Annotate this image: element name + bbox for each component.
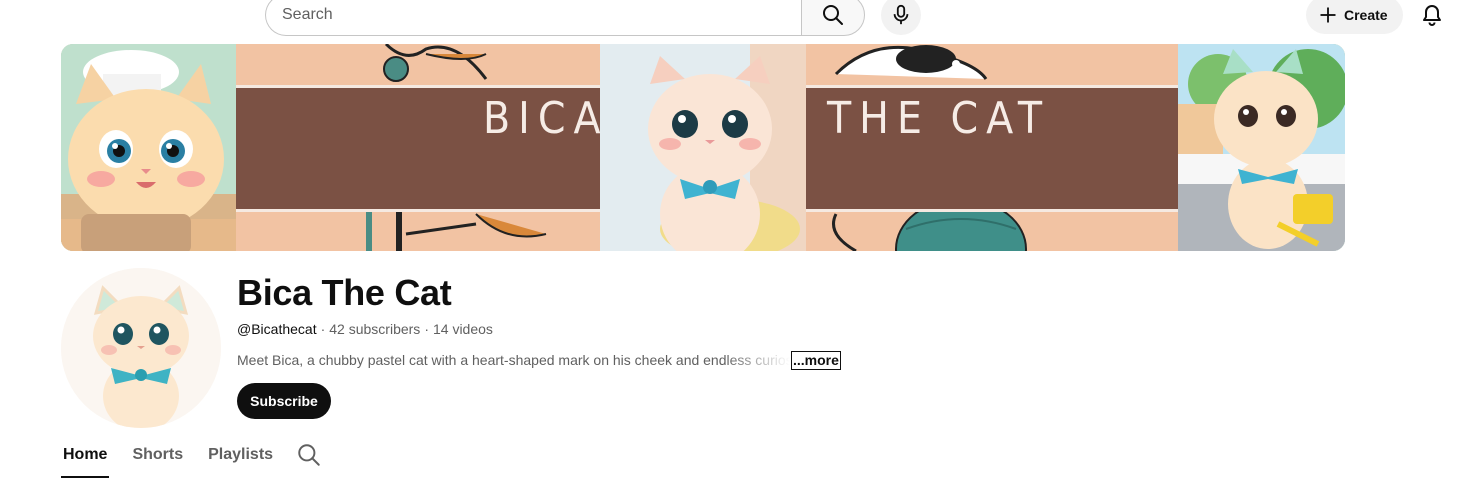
banner-word-left: BICA (483, 93, 609, 144)
video-count: 14 videos (432, 321, 493, 337)
banner-word-right: THE CAT (827, 93, 1050, 144)
meta-separator: · (424, 321, 429, 337)
channel-banner: BICA THE CAT (61, 44, 1345, 251)
chef-cat-illustration (61, 44, 236, 251)
bike-cat-illustration (1178, 44, 1345, 251)
plus-icon (1320, 7, 1336, 23)
search-input[interactable] (282, 6, 802, 24)
tab-search-button[interactable] (296, 442, 324, 470)
more-button[interactable]: ...more (791, 351, 841, 370)
channel-description[interactable]: Meet Bica, a chubby pastel cat with a he… (237, 352, 790, 368)
bowtie-cat-illustration (600, 44, 806, 251)
channel-meta: @Bicathecat · 42 subscribers · 14 videos (237, 321, 493, 337)
channel-avatar[interactable] (61, 268, 221, 428)
banner-panel-chef-cat (61, 44, 236, 251)
search-button[interactable] (801, 0, 865, 36)
avatar-cat-illustration (61, 268, 221, 428)
voice-search-button[interactable] (881, 0, 921, 35)
create-label: Create (1344, 7, 1388, 23)
search-input-container[interactable] (265, 0, 802, 36)
meta-separator: · (320, 321, 326, 337)
channel-tabs: Home Shorts Playlists (61, 440, 296, 478)
notifications-button[interactable] (1414, 0, 1450, 33)
banner-panel-bowtie-cat (600, 44, 806, 251)
channel-handle[interactable]: @Bicathecat (237, 321, 317, 337)
tab-shorts[interactable]: Shorts (130, 440, 185, 478)
create-button[interactable]: Create (1306, 0, 1403, 34)
microphone-icon (893, 4, 909, 25)
tab-playlists[interactable]: Playlists (206, 440, 275, 478)
subscriber-count: 42 subscribers (329, 321, 421, 337)
channel-name: Bica The Cat (237, 272, 452, 313)
tab-search-icon (298, 444, 320, 466)
tab-home[interactable]: Home (61, 440, 110, 478)
banner-panel-bike-cat (1178, 44, 1345, 251)
subscribe-button[interactable]: Subscribe (237, 383, 331, 419)
bell-icon (1423, 5, 1441, 26)
search-icon (823, 5, 843, 25)
